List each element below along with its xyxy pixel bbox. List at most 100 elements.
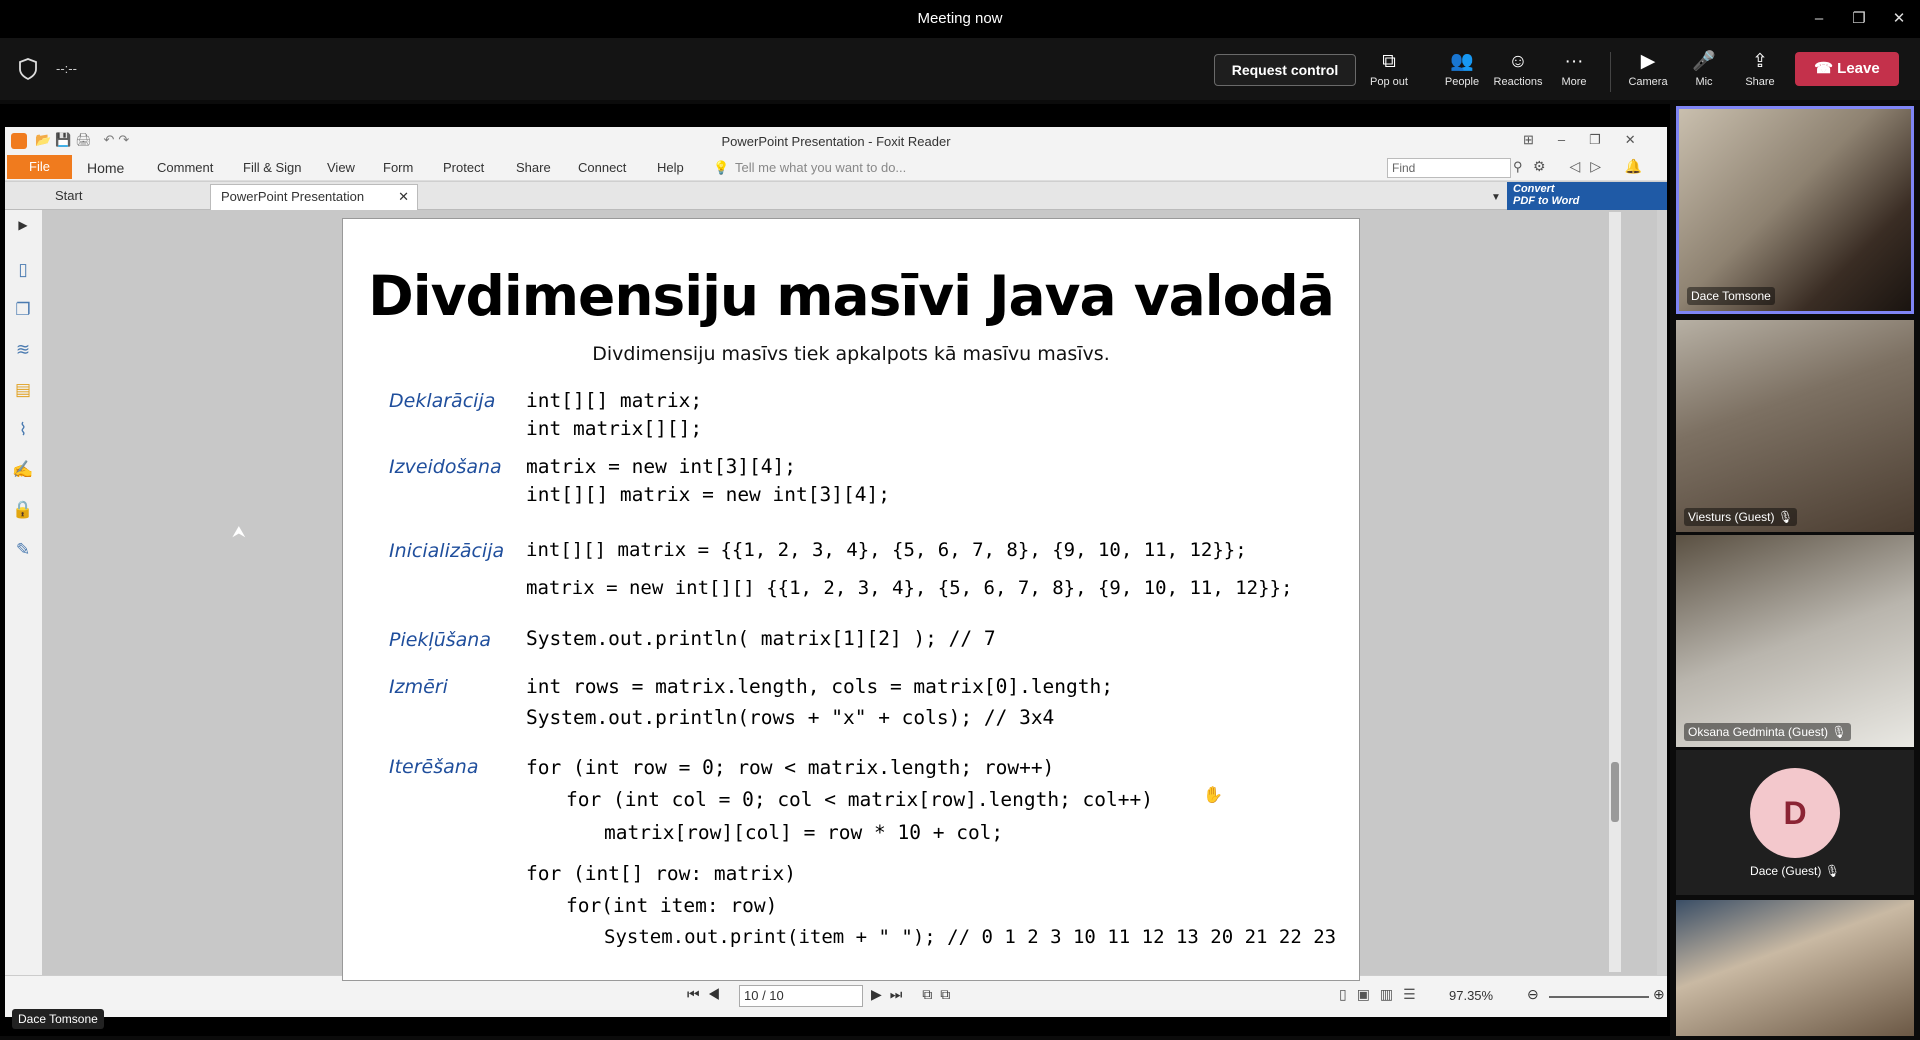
code-iter-2: for (int col = 0; col < matrix[row].leng… [566,788,1153,811]
foxit-left-panel: ▶ ▯ ❐ ≋ ▤ ⌇ ✍ 🔒 ✎ [5,210,43,975]
meeting-timer: --:-- [56,61,77,76]
tab-powerpoint-presentation[interactable]: PowerPoint Presentation ✕ [210,184,418,210]
comments-icon[interactable]: ▤ [11,380,35,402]
foxit-status-bar: ⏮◀ 10 / 10 ▶⏭ ⧉⧉ ▯▣▥☰ 97.35% ⊖ ⊕ [5,975,1667,1017]
first-prev-page-icons[interactable]: ⏮◀ [687,986,728,1003]
pop-out-button[interactable]: ⧉ Pop out [1359,50,1419,96]
menu-view[interactable]: View [327,160,355,175]
close-button[interactable]: ✕ [1888,8,1910,30]
leave-button[interactable]: ☎ Leave [1795,52,1899,86]
window-title: Meeting now [917,10,1003,27]
dropdown-icon[interactable]: ▼ [1491,192,1501,203]
share-button[interactable]: ⇪ Share [1730,50,1790,96]
code-decl-1: int[][] matrix; [526,389,703,412]
pages-icon[interactable]: ❐ [11,300,35,322]
mic-label: Mic [1695,76,1713,88]
camera-button[interactable]: ▶ Camera [1618,50,1678,96]
bookmark-icon[interactable]: ▯ [11,260,35,282]
lock-icon[interactable]: 🔒 [11,500,35,522]
participant-name-text: Oksana Gedminta (Guest) [1688,725,1829,739]
zoom-in-icon[interactable]: ⊕ [1653,986,1665,1003]
zoom-level[interactable]: 97.35% [1449,988,1493,1003]
label-init: Inicializācija [389,540,505,562]
more-label: More [1561,76,1587,88]
convert-line-2: PDF to Word [1513,195,1580,207]
attachment-icon[interactable]: ⌇ [11,420,35,442]
slide-title: Divdimensiju masīvi Java valodā [368,264,1335,328]
code-size-2: System.out.println(rows + "x" + cols); /… [526,706,1055,729]
page-number-input[interactable]: 10 / 10 [739,985,863,1007]
menu-fill-sign[interactable]: Fill & Sign [243,160,302,175]
find-input[interactable]: Find [1387,158,1511,178]
pop-out-label: Pop out [1370,76,1408,88]
code-iter-3: matrix[row][col] = row * 10 + col; [604,821,1004,844]
participant-tile[interactable]: Viesturs (Guest) 🎙 [1676,320,1914,532]
code-iter-5: for(int item: row) [566,894,778,917]
code-iter-1: for (int row = 0; row < matrix.length; r… [526,756,1055,779]
view-mode-icons[interactable]: ▯▣▥☰ [1339,986,1426,1003]
participant-tile[interactable] [1676,900,1914,1036]
code-iter-6: System.out.print(item + " "); // 0 1 2 3… [604,926,1337,948]
participant-name-text: Viesturs (Guest) [1688,510,1775,524]
more-button[interactable]: ··· More [1544,50,1604,96]
settings-icons[interactable]: ⚙ ◁▷ 🔔 [1533,158,1652,175]
expand-panel-icon[interactable]: ▶ [11,218,35,240]
restore-button[interactable]: ❐ [1848,8,1870,30]
label-access: Piekļūšana [389,629,491,651]
camera-icon: ▶ [1640,51,1656,72]
meeting-toolbar: --:-- Request control ⧉ Pop out 👥 People ☺… [0,38,1920,100]
mic-button[interactable]: 🎤 Mic [1674,50,1734,96]
camera-label: Camera [1628,76,1668,88]
tab-label: PowerPoint Presentation [221,189,365,204]
share-label: Share [1745,76,1775,88]
menu-home[interactable]: Home [87,160,124,176]
menu-help[interactable]: Help [657,160,684,175]
signature-icon[interactable]: ✍ [11,460,35,482]
menu-share[interactable]: Share [516,160,551,175]
scrollbar-thumb[interactable] [1611,762,1619,822]
menu-protect[interactable]: Protect [443,160,484,175]
convert-pdf-banner[interactable]: Convert PDF to Word [1507,182,1667,210]
zoom-slider[interactable] [1549,996,1649,998]
participant-tile[interactable]: Dace Tomsone [1676,106,1914,314]
foxit-tab-bar: Start PowerPoint Presentation ✕ ▼ Convert… [5,182,1667,210]
reactions-button[interactable]: ☺ Reactions [1488,50,1548,96]
shield-icon [19,58,37,80]
label-create: Izveidošana [389,456,502,478]
mic-off-icon: 🎙 [1831,725,1847,739]
next-last-page-icons[interactable]: ▶⏭ ⧉⧉ [871,986,958,1003]
mic-off-icon: 🎙 [1777,510,1794,524]
foxit-menu-bar: Home Comment Fill & Sign View Form Prote… [5,155,1667,181]
layers-icon[interactable]: ≋ [11,340,35,362]
foxit-window-controls[interactable]: ⊞–❐✕ [1523,132,1660,148]
toolbar-divider [1610,52,1611,92]
request-control-button[interactable]: Request control [1214,54,1356,86]
code-create-1: matrix = new int[3][4]; [526,455,797,478]
lightbulb-icon: 💡 [713,160,730,175]
slide: Divdimensiju masīvi Java valodā Divdimen… [342,218,1360,981]
search-icon[interactable]: ⚲ [1513,159,1523,175]
zoom-out-icon[interactable]: ⊖ [1527,986,1539,1003]
share-icon: ⇪ [1752,51,1768,72]
code-size-1: int rows = matrix.length, cols = matrix[… [526,675,1113,698]
label-iter: Iterēšana [389,756,479,778]
menu-connect[interactable]: Connect [578,160,626,175]
reactions-icon: ☺ [1508,51,1528,72]
vertical-scrollbar[interactable] [1609,212,1621,972]
tell-me-input[interactable]: Tell me what you want to do... [735,160,906,175]
menu-file[interactable]: File [7,155,72,179]
avatar: D [1750,768,1840,858]
participant-tile[interactable]: Oksana Gedminta (Guest) 🎙 [1676,535,1914,747]
code-iter-4: for (int[] row: matrix) [526,862,797,885]
minimize-button[interactable]: – [1808,8,1830,30]
pen-tool-icon[interactable]: ✎ [11,540,35,562]
close-tab-icon[interactable]: ✕ [398,185,409,209]
menu-comment[interactable]: Comment [157,160,213,175]
more-icon: ··· [1564,51,1584,72]
people-button[interactable]: 👥 People [1432,50,1492,96]
menu-form[interactable]: Form [383,160,413,175]
hand-cursor-icon: ✋ [1203,787,1223,804]
code-init-1: int[][] matrix = {{1, 2, 3, 4}, {5, 6, 7… [526,539,1247,561]
participant-tile[interactable]: D Dace (Guest) 🎙 [1676,750,1914,895]
tab-start[interactable]: Start [45,184,205,210]
